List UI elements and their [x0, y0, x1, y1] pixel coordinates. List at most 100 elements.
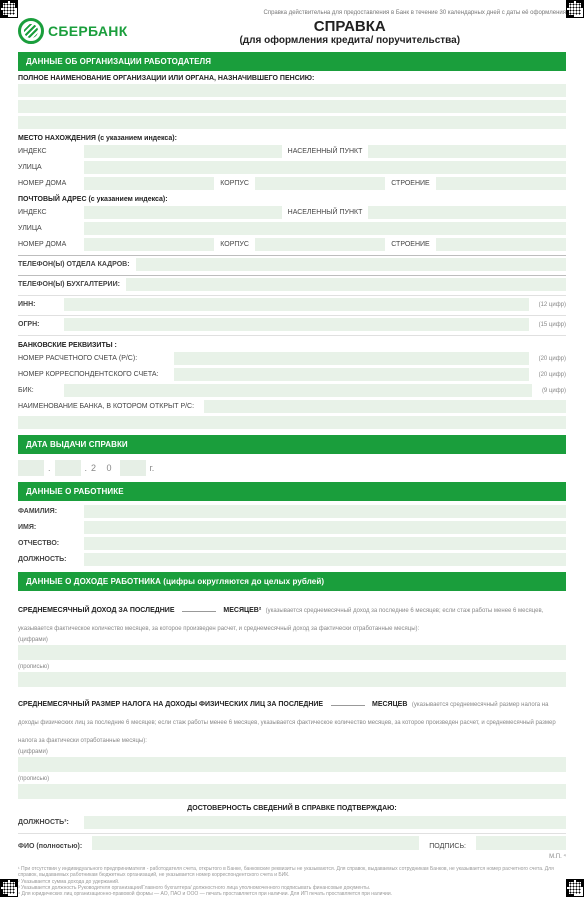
- input-bank-name[interactable]: [204, 400, 566, 413]
- label-korpus: КОРПУС: [220, 180, 249, 187]
- input-building[interactable]: [436, 177, 566, 190]
- footnote-1: ¹ При отсутствии у индивидуального предп…: [18, 866, 566, 879]
- label-words-1: (прописью): [18, 664, 566, 670]
- label-surname: ФАМИЛИЯ:: [18, 508, 78, 515]
- input-income-digits[interactable]: [18, 645, 566, 660]
- label-full-org-name: ПОЛНОЕ НАИМЕНОВАНИЕ ОРГАНИЗАЦИИ ИЛИ ОРГА…: [18, 75, 566, 82]
- label-city2: НАСЕЛЕННЫЙ ПУНКТ: [288, 209, 363, 216]
- input-inn[interactable]: [64, 298, 529, 311]
- input-acc-phone[interactable]: [126, 278, 566, 291]
- qr-code-corner: [0, 879, 18, 897]
- label-city: НАСЕЛЕННЫЙ ПУНКТ: [288, 148, 363, 155]
- input-index2[interactable]: [84, 206, 282, 219]
- input-house[interactable]: [84, 177, 214, 190]
- label-postal: ПОЧТОВЫЙ АДРЕС (с указанием индекса):: [18, 196, 566, 203]
- label-rs: НОМЕР РАСЧЕТНОГО СЧЕТА (Р/С):: [18, 355, 168, 362]
- label-building2: СТРОЕНИЕ: [391, 241, 429, 248]
- input-korpus[interactable]: [255, 177, 385, 190]
- input-city2[interactable]: [368, 206, 566, 219]
- input-tax-words[interactable]: [18, 784, 566, 799]
- label-hr-phone: ТЕЛЕФОН(Ы) ОТДЕЛА КАДРОВ:: [18, 261, 130, 268]
- label-patronymic: ОТЧЕСТВО:: [18, 540, 78, 547]
- input-org-name-2[interactable]: [18, 100, 566, 113]
- validity-note: Справка действительна для предоставления…: [18, 10, 566, 16]
- input-tax-digits[interactable]: [18, 757, 566, 772]
- label-name: ИМЯ:: [18, 524, 78, 531]
- hint-15: (15 цифр): [539, 322, 566, 328]
- input-position[interactable]: [84, 553, 566, 566]
- input-surname[interactable]: [84, 505, 566, 518]
- qr-code-corner: [0, 0, 18, 18]
- label-fio: ФИО (полностью):: [18, 843, 82, 850]
- input-city[interactable]: [368, 145, 566, 158]
- input-income-words[interactable]: [18, 672, 566, 687]
- input-months-2[interactable]: [331, 697, 365, 706]
- label-digits-1: (цифрами): [18, 637, 566, 643]
- qr-code-corner: [566, 879, 584, 897]
- year-suffix: г.: [150, 463, 155, 473]
- input-korpus2[interactable]: [255, 238, 385, 251]
- hint-20-1: (20 цифр): [539, 356, 566, 362]
- input-org-name-1[interactable]: [18, 84, 566, 97]
- input-house2[interactable]: [84, 238, 214, 251]
- label-street: УЛИЦА: [18, 164, 78, 171]
- input-position2[interactable]: [84, 816, 566, 829]
- page-subtitle: (для оформления кредита/ поручительства): [134, 35, 566, 46]
- input-month[interactable]: [55, 460, 81, 476]
- input-name[interactable]: [84, 521, 566, 534]
- input-sign[interactable]: [476, 836, 566, 850]
- label-building: СТРОЕНИЕ: [391, 180, 429, 187]
- qr-code-corner: [566, 0, 584, 18]
- input-bik[interactable]: [64, 384, 532, 397]
- label-index2: ИНДЕКС: [18, 209, 78, 216]
- label-bank-req: БАНКОВСКИЕ РЕКВИЗИТЫ :: [18, 342, 566, 349]
- avg-income-months: МЕСЯЦЕВ²: [223, 607, 261, 614]
- logo-icon: [18, 18, 44, 44]
- input-building2[interactable]: [436, 238, 566, 251]
- label-ks: НОМЕР КОРРЕСПОНДЕНТСКОГО СЧЕТА:: [18, 371, 168, 378]
- input-months-1[interactable]: [182, 603, 216, 612]
- hint-12: (12 цифр): [539, 302, 566, 308]
- label-location: МЕСТО НАХОЖДЕНИЯ (с указанием индекса):: [18, 135, 566, 142]
- input-rs[interactable]: [174, 352, 529, 365]
- brand-logo: СБЕРБАНК: [18, 18, 128, 44]
- avg-income-label-1: СРЕДНЕМЕСЯЧНЫЙ ДОХОД ЗА ПОСЛЕДНИЕ: [18, 607, 175, 614]
- section-income: ДАННЫЕ О ДОХОДЕ РАБОТНИКА (цифры округля…: [18, 572, 566, 591]
- input-year[interactable]: [120, 460, 146, 476]
- mp-label: М.П. ⁴: [18, 854, 566, 860]
- label-sign: ПОДПИСЬ:: [429, 843, 466, 850]
- year-prefix: 2 0: [91, 463, 116, 473]
- input-day[interactable]: [18, 460, 44, 476]
- dot-2: .: [85, 463, 88, 473]
- label-ogrn: ОГРН:: [18, 321, 58, 328]
- label-index: ИНДЕКС: [18, 148, 78, 155]
- label-street2: УЛИЦА: [18, 225, 78, 232]
- label-words-2: (прописью): [18, 776, 566, 782]
- label-korpus2: КОРПУС: [220, 241, 249, 248]
- section-date: ДАТА ВЫДАЧИ СПРАВКИ: [18, 435, 566, 454]
- section-employee: ДАННЫЕ О РАБОТНИКЕ: [18, 482, 566, 501]
- label-inn: ИНН:: [18, 301, 58, 308]
- label-bank-name: НАИМЕНОВАНИЕ БАНКА, В КОТОРОМ ОТКРЫТ Р/С…: [18, 403, 198, 410]
- input-ogrn[interactable]: [64, 318, 529, 331]
- avg-tax-label-1: СРЕДНЕМЕСЯЧНЫЙ РАЗМЕР НАЛОГА НА ДОХОДЫ Ф…: [18, 701, 323, 708]
- input-org-name-3[interactable]: [18, 116, 566, 129]
- label-position: ДОЛЖНОСТЬ:: [18, 556, 78, 563]
- label-acc-phone: ТЕЛЕФОН(Ы) БУХГАЛТЕРИИ:: [18, 281, 120, 288]
- input-patronymic[interactable]: [84, 537, 566, 550]
- section-org: ДАННЫЕ ОБ ОРГАНИЗАЦИИ РАБОТОДАТЕЛЯ: [18, 52, 566, 71]
- input-ks[interactable]: [174, 368, 529, 381]
- footnotes: ¹ При отсутствии у индивидуального предп…: [18, 866, 566, 897]
- input-street2[interactable]: [84, 222, 566, 235]
- label-position2: ДОЛЖНОСТЬ³:: [18, 819, 78, 826]
- brand-name: СБЕРБАНК: [48, 23, 128, 39]
- input-fio[interactable]: [92, 836, 419, 850]
- input-bank-name-2[interactable]: [18, 416, 566, 429]
- input-hr-phone[interactable]: [136, 258, 566, 271]
- avg-tax-months: МЕСЯЦЕВ: [372, 701, 407, 708]
- input-street[interactable]: [84, 161, 566, 174]
- dot-1: .: [48, 463, 51, 473]
- input-index[interactable]: [84, 145, 282, 158]
- confirm-label: ДОСТОВЕРНОСТЬ СВЕДЕНИЙ В СПРАВКЕ ПОДТВЕР…: [18, 805, 566, 812]
- label-house2: НОМЕР ДОМА: [18, 241, 78, 248]
